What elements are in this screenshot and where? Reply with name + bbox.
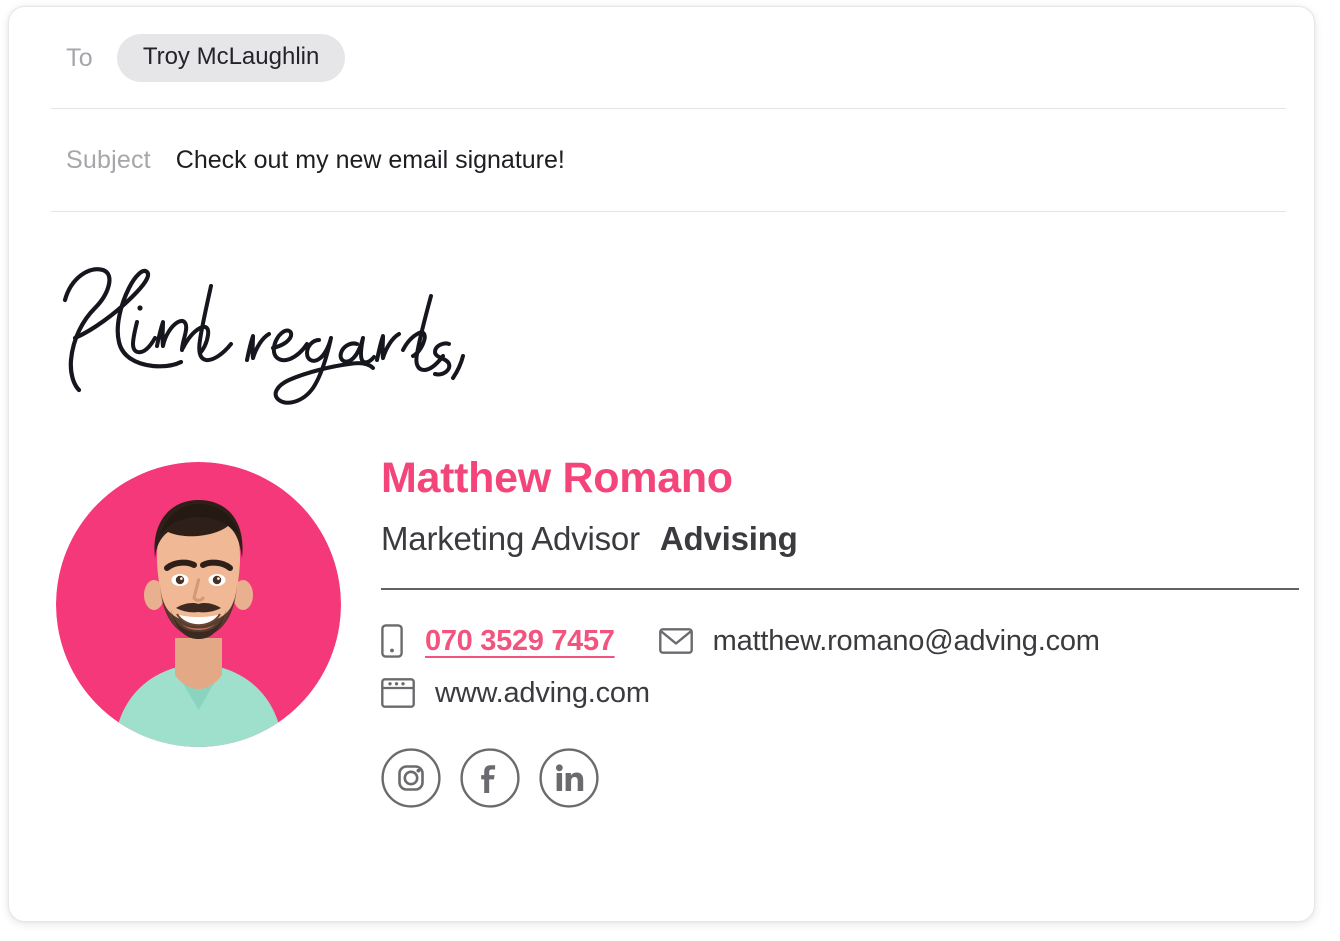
- signature-title-row: Marketing Advisor Advising: [381, 522, 1284, 555]
- contact-website[interactable]: www.adving.com: [381, 678, 650, 708]
- phone-number[interactable]: 070 3529 7457: [425, 626, 615, 656]
- contact-row-website: www.adving.com: [381, 678, 1284, 708]
- website-url[interactable]: www.adving.com: [435, 678, 650, 708]
- facebook-social-link[interactable]: [460, 748, 520, 808]
- email-address[interactable]: matthew.romano@adving.com: [713, 626, 1100, 656]
- signature-company: Advising: [659, 520, 798, 557]
- to-field-row[interactable]: To Troy McLaughlin: [9, 7, 1314, 109]
- linkedin-social-link[interactable]: [539, 748, 599, 808]
- email-compose-card: To Troy McLaughlin Subject Check out my …: [8, 6, 1315, 922]
- email-body[interactable]: Matthew Romano Marketing Advisor Advisin…: [9, 212, 1314, 921]
- contact-phone[interactable]: 070 3529 7457: [381, 624, 615, 658]
- instagram-social-link[interactable]: [381, 748, 441, 808]
- to-label: To: [66, 43, 93, 72]
- signature-details: Matthew Romano Marketing Advisor Advisin…: [381, 454, 1299, 808]
- facebook-icon: [481, 765, 496, 793]
- subject-field-row[interactable]: Subject Check out my new email signature…: [9, 109, 1314, 211]
- social-links-row: [381, 748, 1284, 808]
- linkedin-icon: [555, 764, 584, 791]
- avatar: [56, 462, 341, 747]
- instagram-icon: [398, 765, 424, 791]
- signature-name: Matthew Romano: [381, 454, 733, 502]
- contact-row-primary: 070 3529 7457 matthew.romano@adving.com: [381, 624, 1284, 658]
- subject-input[interactable]: Check out my new email signature!: [176, 147, 565, 173]
- handwritten-signoff: [57, 260, 487, 410]
- signature-divider: [381, 588, 1299, 590]
- envelope-icon: [658, 628, 693, 654]
- mobile-phone-icon: [381, 624, 403, 658]
- signature-role: Marketing Advisor: [381, 520, 640, 557]
- browser-window-icon: [381, 678, 415, 708]
- email-signature-block: Matthew Romano Marketing Advisor Advisin…: [49, 454, 1299, 877]
- contact-email[interactable]: matthew.romano@adving.com: [658, 626, 1100, 656]
- subject-label: Subject: [66, 145, 151, 174]
- recipient-chip-troy-mclaughlin[interactable]: Troy McLaughlin: [116, 34, 346, 82]
